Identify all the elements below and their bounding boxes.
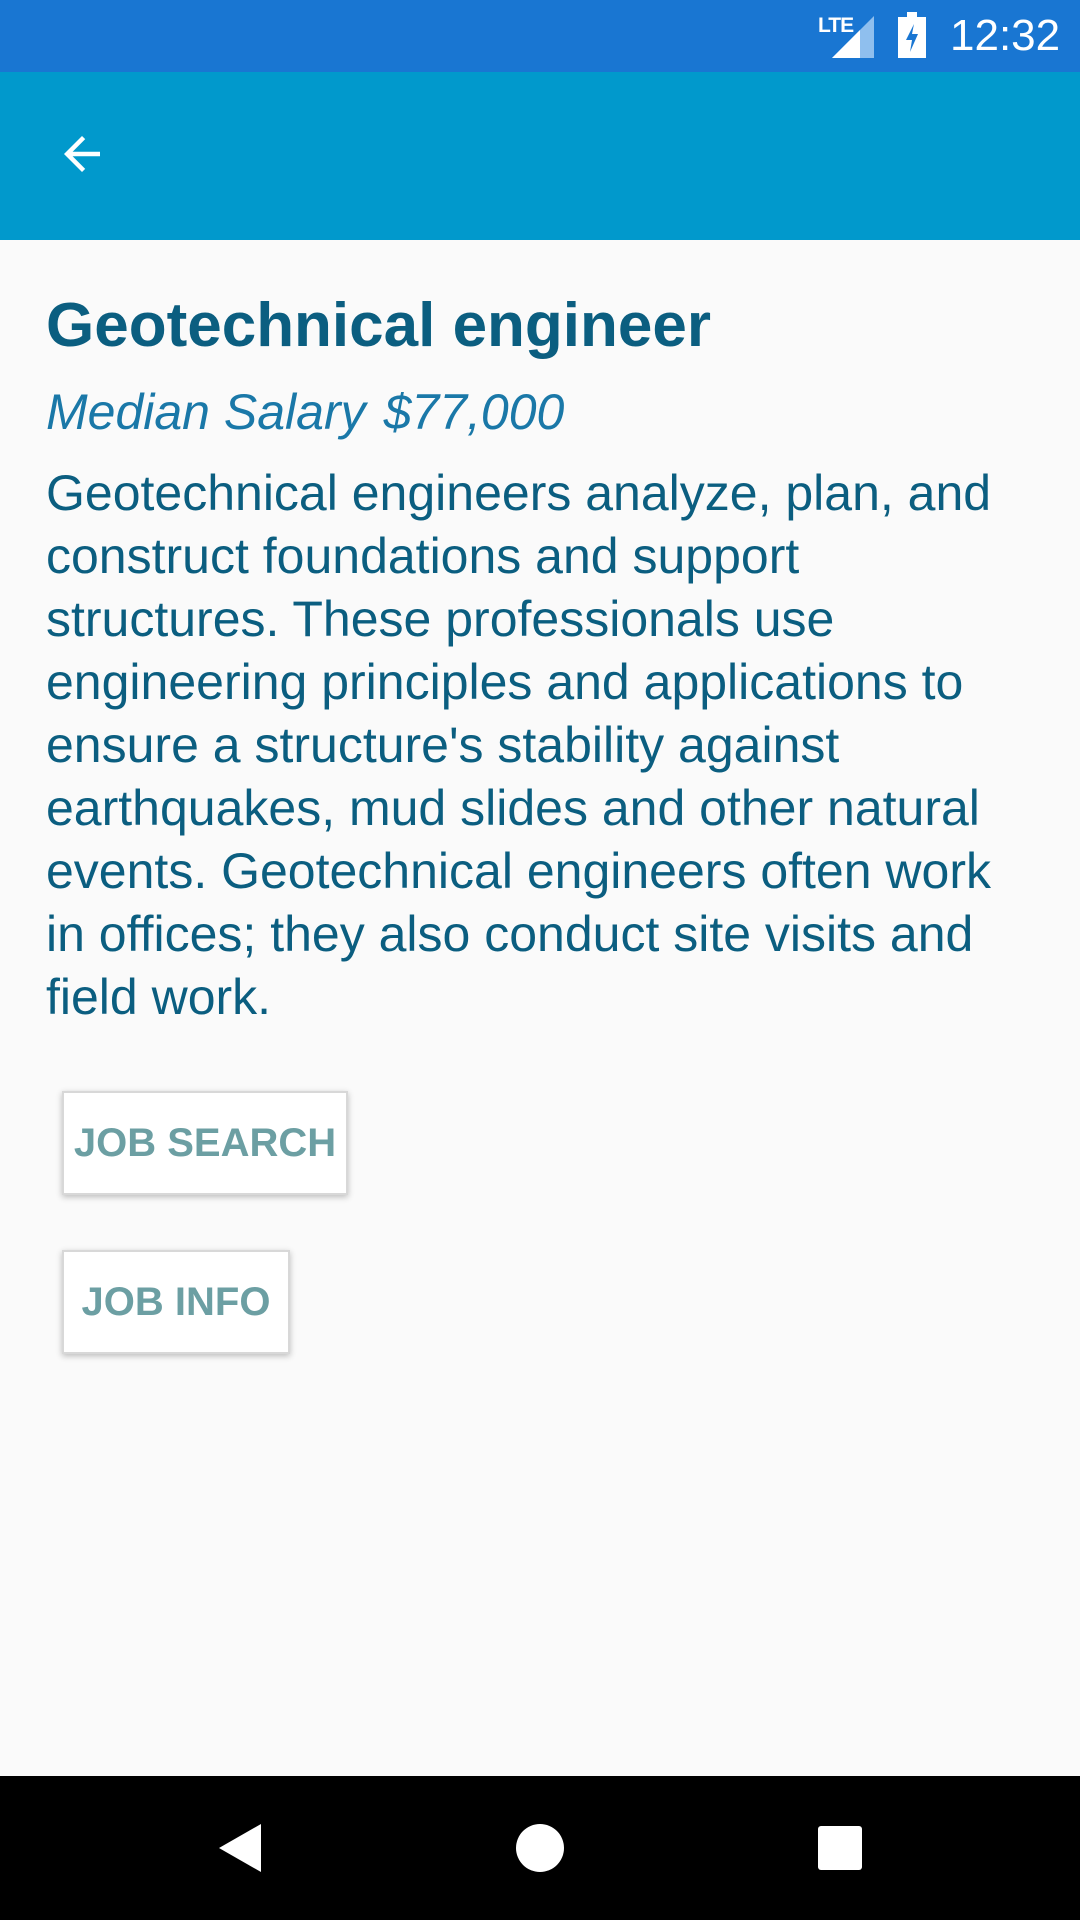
job-title: Geotechnical engineer	[46, 291, 711, 360]
nav-recents-icon	[818, 1826, 862, 1870]
cell-signal-icon	[832, 16, 874, 58]
salary-row: Median Salary $77,000	[46, 380, 1006, 444]
nav-back-button[interactable]	[204, 1812, 276, 1884]
arrow-back-icon	[64, 136, 100, 172]
screen: LTE 12:32 Geotechnical engineer Median S…	[0, 0, 1080, 1920]
nav-home-button[interactable]	[504, 1812, 576, 1884]
job-search-button[interactable]: JOB SEARCH	[62, 1091, 348, 1195]
salary-value: $77,000	[383, 384, 565, 440]
app-bar	[0, 72, 1080, 240]
job-description: Geotechnical engineers analyze, plan, an…	[46, 465, 992, 1025]
navigation-bar	[0, 1776, 1080, 1920]
nav-recents-button[interactable]	[804, 1812, 876, 1884]
status-clock: 12:32	[950, 11, 1061, 60]
job-info-button[interactable]: JOB INFO	[62, 1250, 290, 1354]
nav-back-icon	[219, 1824, 261, 1872]
salary-label: Median Salary	[46, 384, 366, 440]
status-bar: LTE 12:32	[0, 0, 1080, 72]
back-button[interactable]	[40, 112, 124, 196]
job-detail: Geotechnical engineer Median Salary $77,0…	[46, 240, 1006, 1029]
nav-home-icon	[516, 1824, 564, 1872]
battery-charging-icon	[898, 12, 926, 58]
